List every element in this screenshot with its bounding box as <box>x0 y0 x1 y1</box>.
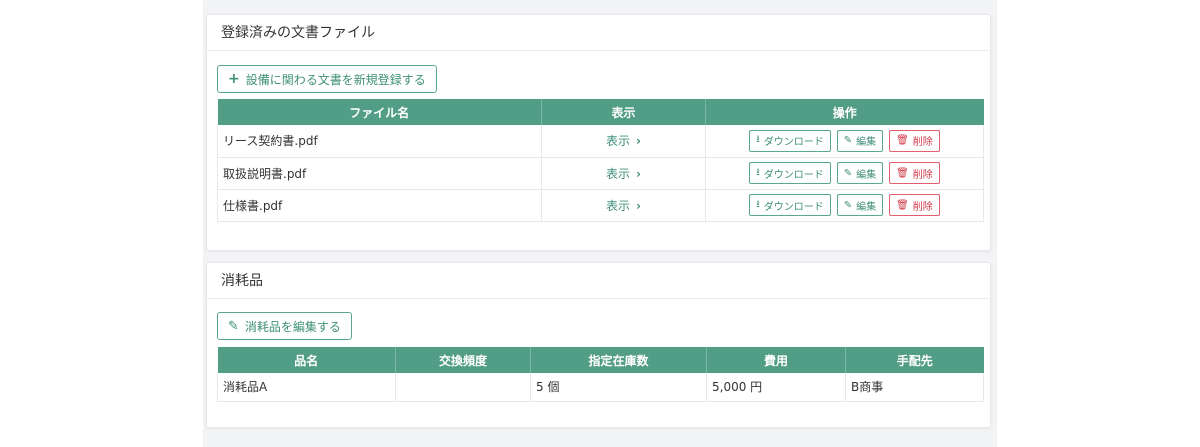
chevron-right-icon: › <box>636 166 641 181</box>
edit-button[interactable]: ✎ 編集 <box>836 129 884 152</box>
download-icon: ⭳ <box>756 198 760 210</box>
edit-label: 編集 <box>856 201 877 213</box>
table-row: リース契約書.pdf 表示 › ⭳ ダウンロード ✎ 編集 🗑 削除 <box>217 125 984 158</box>
column-header-stock: 指定在庫数 <box>530 347 707 373</box>
add-document-button[interactable]: + 設備に関わる文書を新規登録する <box>217 65 437 93</box>
edit-consumables-button[interactable]: ✎ 消耗品を編集する <box>217 312 352 340</box>
actions-cell: ⭳ ダウンロード ✎ 編集 🗑 削除 <box>705 125 984 158</box>
edit-label: 編集 <box>856 169 877 181</box>
consumables-table: 品名 交換頻度 指定在庫数 費用 手配先 消耗品A 5 個 5,000 円 B商… <box>217 347 984 402</box>
download-label: ダウンロード <box>763 169 824 181</box>
page: 登録済みの文書ファイル + 設備に関わる文書を新規登録する ファイル名 表示 操… <box>203 0 997 447</box>
pencil-icon: ✎ <box>843 135 853 147</box>
chevron-right-icon: › <box>636 134 641 149</box>
trash-icon: 🗑 <box>896 167 909 179</box>
item-name: 消耗品A <box>217 373 396 402</box>
view-link[interactable]: 表示 › <box>541 157 706 190</box>
column-header-supplier: 手配先 <box>845 347 984 373</box>
download-button[interactable]: ⭳ ダウンロード <box>749 194 831 216</box>
view-label: 表示 <box>606 166 631 181</box>
trash-icon: 🗑 <box>896 199 909 211</box>
delete-button[interactable]: 🗑 削除 <box>889 162 940 184</box>
view-label: 表示 <box>606 134 631 149</box>
edit-label: 編集 <box>856 137 877 149</box>
column-header-frequency: 交換頻度 <box>395 347 531 373</box>
table-row: 消耗品A 5 個 5,000 円 B商事 <box>217 373 984 402</box>
consumables-card: 消耗品 ✎ 消耗品を編集する 品名 交換頻度 指定在庫数 費用 手配先 消耗品A <box>206 262 991 428</box>
documents-card: 登録済みの文書ファイル + 設備に関わる文書を新規登録する ファイル名 表示 操… <box>206 14 991 251</box>
actions-cell: ⭳ ダウンロード ✎ 編集 🗑 削除 <box>705 157 984 190</box>
download-button[interactable]: ⭳ ダウンロード <box>749 162 831 184</box>
item-cost: 5,000 円 <box>706 373 846 402</box>
column-header-view: 表示 <box>541 99 706 125</box>
item-stock: 5 個 <box>530 373 707 402</box>
pencil-icon: ✎ <box>843 167 853 179</box>
delete-label: 削除 <box>912 169 933 181</box>
column-header-filename: ファイル名 <box>217 99 542 125</box>
trash-icon: 🗑 <box>896 135 909 147</box>
view-link[interactable]: 表示 › <box>541 125 706 158</box>
consumables-table-header: 品名 交換頻度 指定在庫数 費用 手配先 <box>217 347 984 373</box>
edit-consumables-label: 消耗品を編集する <box>244 319 341 334</box>
column-header-name: 品名 <box>217 347 396 373</box>
actions-cell: ⭳ ダウンロード ✎ 編集 🗑 削除 <box>705 189 984 222</box>
download-label: ダウンロード <box>763 137 824 149</box>
table-row: 仕様書.pdf 表示 › ⭳ ダウンロード ✎ 編集 🗑 削除 <box>217 189 984 222</box>
delete-button[interactable]: 🗑 削除 <box>889 194 940 216</box>
delete-button[interactable]: 🗑 削除 <box>889 129 940 152</box>
consumables-card-title: 消耗品 <box>207 263 990 299</box>
plus-icon: + <box>228 71 240 87</box>
add-document-label: 設備に関わる文書を新規登録する <box>245 72 426 87</box>
chevron-right-icon: › <box>636 198 641 213</box>
file-name: 取扱説明書.pdf <box>217 157 542 190</box>
documents-table-header: ファイル名 表示 操作 <box>217 99 984 125</box>
file-name: 仕様書.pdf <box>217 189 542 222</box>
download-icon: ⭳ <box>756 166 760 178</box>
view-link[interactable]: 表示 › <box>541 189 706 222</box>
pencil-icon: ✎ <box>843 199 853 211</box>
download-button[interactable]: ⭳ ダウンロード <box>749 129 831 152</box>
table-row: 取扱説明書.pdf 表示 › ⭳ ダウンロード ✎ 編集 🗑 削除 <box>217 157 984 190</box>
pencil-icon: ✎ <box>228 318 239 334</box>
view-label: 表示 <box>606 198 631 213</box>
documents-card-title: 登録済みの文書ファイル <box>207 15 990 51</box>
delete-label: 削除 <box>912 201 933 213</box>
download-icon: ⭳ <box>756 134 760 146</box>
file-name: リース契約書.pdf <box>217 125 542 158</box>
item-supplier: B商事 <box>845 373 984 402</box>
item-frequency <box>395 373 531 402</box>
download-label: ダウンロード <box>763 201 824 213</box>
edit-button[interactable]: ✎ 編集 <box>836 162 884 184</box>
column-header-cost: 費用 <box>706 347 846 373</box>
edit-button[interactable]: ✎ 編集 <box>836 194 884 216</box>
delete-label: 削除 <box>912 137 933 149</box>
column-header-actions: 操作 <box>705 99 984 125</box>
documents-table: ファイル名 表示 操作 リース契約書.pdf 表示 › ⭳ ダウンロード ✎ 編集 🗑… <box>217 99 984 222</box>
